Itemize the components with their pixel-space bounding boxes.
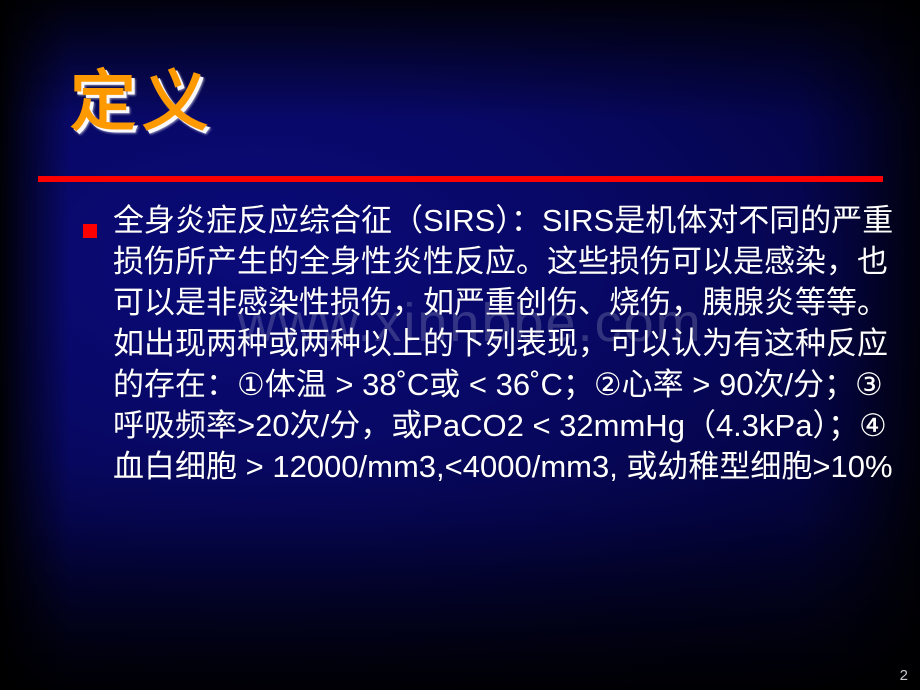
- slide-title: 定义: [70, 64, 214, 138]
- background-vignette-bottom: [0, 460, 920, 690]
- bullet-paragraph-text: 全身炎症反应综合征（SIRS）：SIRS是机体对不同的严重损伤所产生的全身性炎性…: [113, 203, 894, 484]
- presentation-slide: www.xinnbbe.com 定义 全身炎症反应综合征（SIRS）：SIRS是…: [0, 0, 920, 690]
- slide-body-bullet: 全身炎症反应综合征（SIRS）：SIRS是机体对不同的严重损伤所产生的全身性炎性…: [83, 200, 913, 487]
- red-square-bullet-icon: [83, 224, 97, 238]
- title-divider-rule: [38, 176, 883, 182]
- slide-page-number: 2: [899, 667, 908, 684]
